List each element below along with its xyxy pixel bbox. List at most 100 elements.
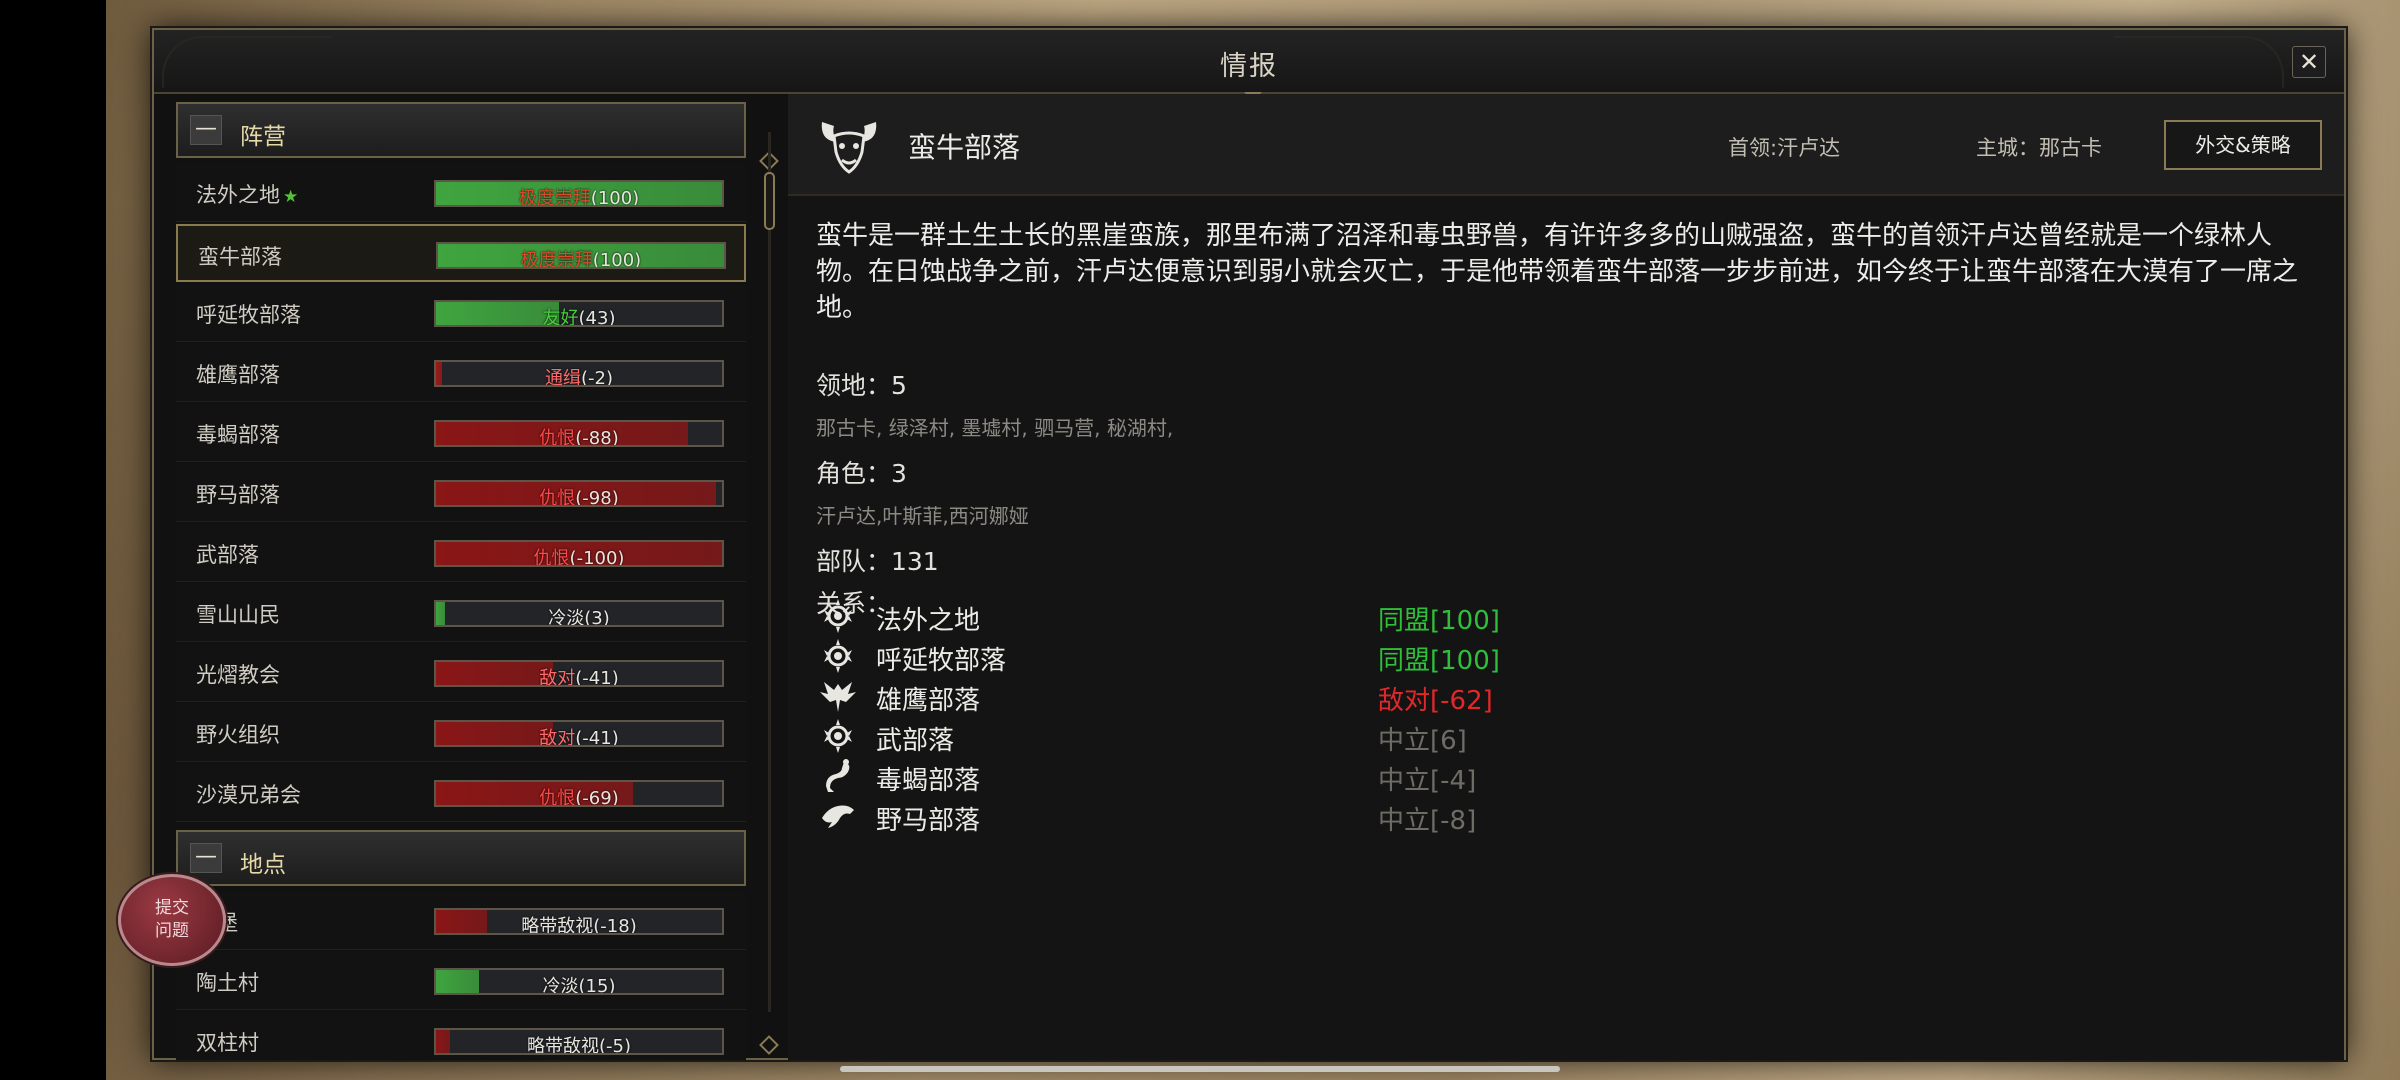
star-icon: ★ [283, 187, 299, 207]
scorpion-icon [818, 756, 858, 796]
reputation-status: 仇恨 [539, 788, 576, 807]
relation-row: 呼延牧部落 同盟[100] [816, 636, 1616, 676]
flame-emblem-icon [818, 596, 858, 636]
relation-status: 敌对[-62] [1378, 686, 1493, 716]
faction-row[interactable]: 呼延牧部落 友好(43) [176, 284, 746, 342]
faction-row-name: 法外之地 ★ [196, 179, 298, 209]
relation-row: 武部落 中立[6] [816, 716, 1616, 756]
relation-row: 毒蝎部落 中立[-4] [816, 756, 1616, 796]
faction-row[interactable]: 蛮牛部落 极度崇拜(100) [176, 224, 746, 282]
list-scrollbar[interactable] [759, 102, 779, 1060]
faction-row[interactable]: 沙漠兄弟会 仇恨(-69) [176, 764, 746, 822]
capital-label: 主城：那古卡 [1976, 136, 2102, 160]
reputation-value: (-98) [575, 488, 619, 507]
collapse-toggle-icon[interactable]: — [190, 115, 222, 145]
faction-name-text: 蛮牛部落 [198, 245, 282, 269]
scroll-thumb[interactable] [764, 172, 775, 230]
reputation-label: 冷淡(3) [436, 604, 722, 627]
reputation-status: 极度崇拜 [520, 250, 593, 269]
faction-row-name: 武部落 [196, 539, 259, 569]
faction-row[interactable]: 陶土村 冷淡(15) [176, 952, 746, 1010]
faction-row[interactable]: 武部落 仇恨(-100) [176, 524, 746, 582]
relation-faction-name: 呼延牧部落 [876, 646, 1007, 676]
reputation-value: (-88) [575, 428, 619, 447]
territory-label: 领地：5 [816, 371, 907, 400]
reputation-status: 略带敌视 [521, 916, 594, 935]
relation-status: 中立[-4] [1378, 766, 1477, 796]
section-title: 地点 [240, 852, 286, 878]
reputation-value: (-41) [575, 728, 619, 747]
home-indicator[interactable] [840, 1066, 1560, 1072]
faction-row[interactable]: 雄鹰部落 通缉(-2) [176, 344, 746, 402]
collapse-toggle-icon[interactable]: — [190, 843, 222, 873]
flame-emblem-icon [818, 716, 858, 756]
bull-head-icon [821, 122, 877, 174]
reputation-value: (100) [592, 250, 642, 269]
relation-faction-name: 雄鹰部落 [876, 686, 981, 716]
faction-row-name: 雪山山民 [196, 599, 280, 629]
reputation-value: (3) [584, 608, 610, 627]
faction-row[interactable]: 雪山山民 冷淡(3) [176, 584, 746, 642]
intel-panel: 情报 ✕ — 阵营 法外之地 ★ 极度崇拜(100) 蛮牛部落 极度崇拜(100) 呼延牧部落… [152, 28, 2346, 1060]
title-bar: 情报 ✕ [154, 30, 2344, 94]
reputation-value: (-18) [593, 916, 637, 935]
horse-icon [818, 796, 858, 836]
reputation-status: 友好 [542, 308, 579, 327]
reputation-value: (43) [578, 308, 616, 327]
reputation-status: 仇恨 [539, 428, 576, 447]
faction-row[interactable]: 光熠教会 敌对(-41) [176, 644, 746, 702]
reputation-label: 仇恨(-69) [436, 784, 722, 807]
relation-status: 中立[6] [1378, 726, 1467, 756]
scroll-track [768, 132, 771, 1012]
faction-name-text: 野马部落 [196, 483, 280, 507]
faction-name-text: 武部落 [196, 543, 259, 567]
eagle-icon [818, 676, 858, 716]
reputation-bar: 略带敌视(-5) [434, 1028, 724, 1055]
reputation-bar: 仇恨(-100) [434, 540, 724, 567]
faction-name-text: 双柱村 [196, 1031, 259, 1055]
faction-row[interactable]: 法外之地 ★ 极度崇拜(100) [176, 164, 746, 222]
reputation-status: 仇恨 [539, 488, 576, 507]
section-header-factions[interactable]: — 阵营 [176, 102, 746, 158]
faction-name-text: 雪山山民 [196, 603, 280, 627]
faction-name-text: 毒蝎部落 [196, 423, 280, 447]
faction-row[interactable]: 野火组织 敌对(-41) [176, 704, 746, 762]
relation-row: 雄鹰部落 敌对[-62] [816, 676, 1616, 716]
relation-status: 同盟[100] [1378, 606, 1500, 636]
reputation-label: 敌对(-41) [436, 664, 722, 685]
reputation-value: (15) [578, 976, 616, 995]
leader-label: 首领:汗卢达 [1728, 136, 1841, 160]
relation-row: 法外之地 同盟[100] [816, 596, 1616, 636]
scroll-bottom-diamond-icon [759, 1035, 779, 1055]
faction-row[interactable]: 石堡略带敌视(-18) [176, 892, 746, 950]
faction-row[interactable]: 毒蝎部落 仇恨(-88) [176, 404, 746, 462]
reputation-bar: 敌对(-41) [434, 660, 724, 687]
reputation-value: (100) [590, 188, 640, 207]
close-button[interactable]: ✕ [2292, 46, 2326, 78]
reputation-bar: 略带敌视(-18) [434, 908, 724, 935]
section-header-locations[interactable]: — 地点 [176, 830, 746, 886]
reputation-value: (-2) [581, 368, 613, 387]
faction-row-name: 陶土村 [196, 967, 259, 997]
reputation-label: 友好(43) [436, 304, 722, 327]
faction-detail: 蛮牛部落 首领:汗卢达 主城：那古卡 外交&策略 蛮牛是一群土生土长的黑崖蛮族，… [788, 94, 2344, 1060]
reputation-status: 仇恨 [533, 548, 570, 567]
close-icon: ✕ [2298, 48, 2320, 76]
reputation-bar: 冷淡(15) [434, 968, 724, 995]
faction-row-name: 沙漠兄弟会 [196, 779, 301, 809]
reputation-bar: 仇恨(-69) [434, 780, 724, 807]
section-title: 阵营 [240, 124, 286, 150]
flame-emblem-icon [818, 636, 858, 676]
faction-list[interactable]: — 阵营 法外之地 ★ 极度崇拜(100) 蛮牛部落 极度崇拜(100) 呼延牧部落 友好(43… [176, 102, 746, 1060]
reputation-status: 冷淡 [548, 608, 585, 627]
reputation-bar: 通缉(-2) [434, 360, 724, 387]
reputation-label: 敌对(-41) [436, 724, 722, 747]
faction-name-text: 光熠教会 [196, 663, 280, 687]
faction-row[interactable]: 双柱村 略带敌视(-5) [176, 1012, 746, 1060]
faction-row[interactable]: 野马部落 仇恨(-98) [176, 464, 746, 522]
faction-name-text: 野火组织 [196, 723, 280, 747]
feedback-badge[interactable]: 提交 问题 [118, 874, 226, 966]
reputation-label: 通缉(-2) [436, 364, 722, 387]
diplomacy-strategy-button[interactable]: 外交&策略 [2164, 120, 2322, 170]
faction-row-name: 雄鹰部落 [196, 359, 280, 389]
